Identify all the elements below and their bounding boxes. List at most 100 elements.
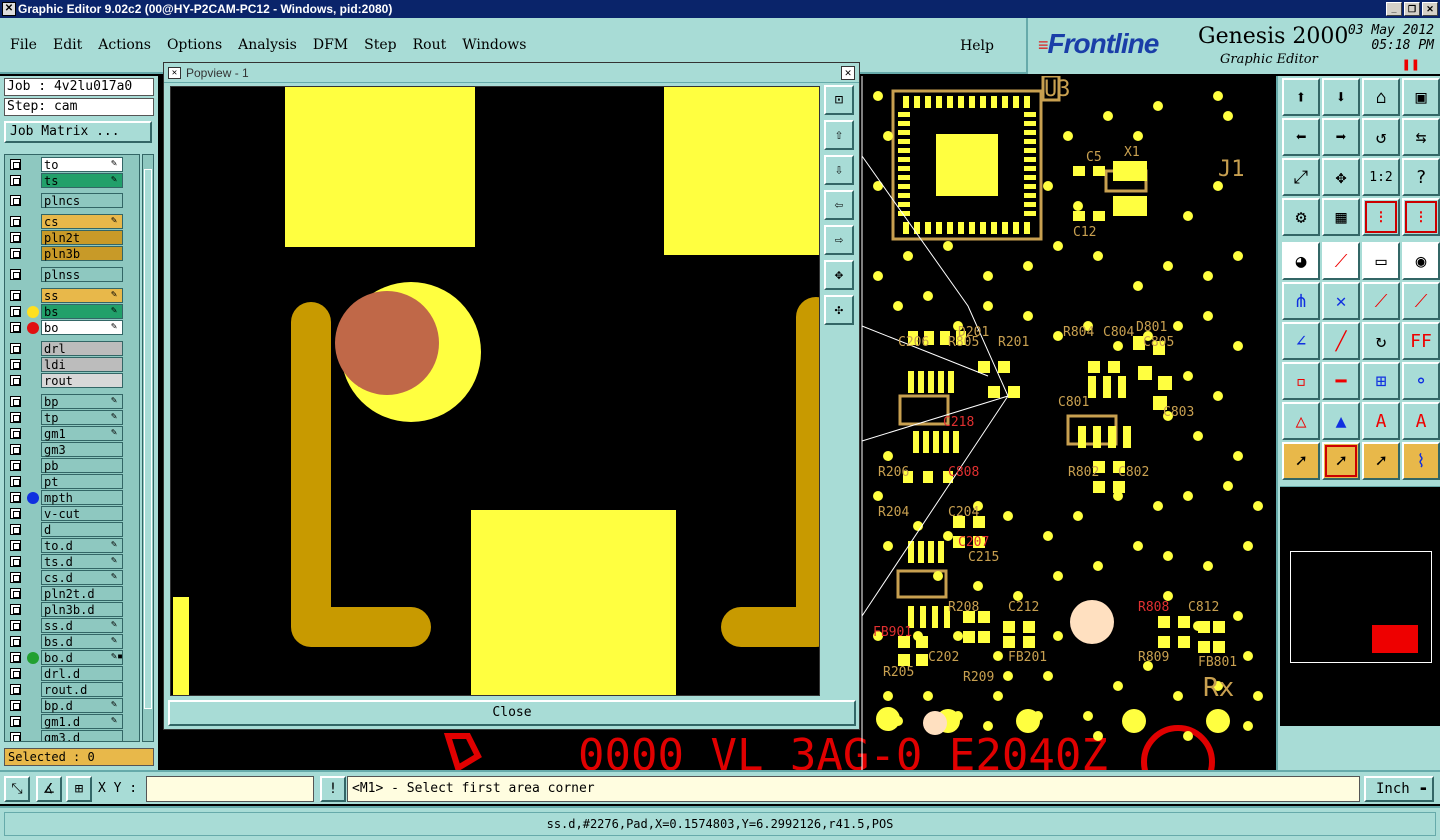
window-title-bar[interactable]: ✕ Graphic Editor 9.02c2 (00@HY-P2CAM-PC1… xyxy=(0,0,1440,18)
layer-name[interactable]: pln3b.d xyxy=(41,602,123,617)
help-icon[interactable]: ? xyxy=(1402,158,1440,196)
alert-icon[interactable]: ! xyxy=(320,776,346,802)
layer-name[interactable]: d xyxy=(41,522,123,537)
layer-list-scrollbar[interactable] xyxy=(142,154,154,742)
layer-checkbox[interactable] xyxy=(10,343,21,354)
xy-input[interactable] xyxy=(146,776,314,802)
layer-checkbox[interactable] xyxy=(10,232,21,243)
pause-icon[interactable]: ❚❚ xyxy=(1402,58,1420,71)
layers-red-icon[interactable]: ⁝ xyxy=(1362,198,1400,236)
triangle-blue-icon[interactable]: ▲ xyxy=(1322,402,1360,440)
zoom-fit-icon[interactable]: ⤢ xyxy=(1282,158,1320,196)
layer-name[interactable]: gm3 xyxy=(41,442,123,457)
dimension-icon[interactable]: ⊞ xyxy=(1362,362,1400,400)
select-pad-icon[interactable]: ◕ xyxy=(1282,242,1320,280)
layer-checkbox[interactable] xyxy=(10,636,21,647)
units-selector[interactable]: Inch xyxy=(1364,776,1434,802)
layer-checkbox[interactable] xyxy=(10,444,21,455)
layer-row-drl[interactable]: drl xyxy=(5,341,139,356)
ff-icon[interactable]: FF xyxy=(1402,322,1440,360)
pan-left-icon[interactable]: ⇦ xyxy=(824,190,854,220)
zoom-center-icon[interactable]: ✥ xyxy=(1322,158,1360,196)
right-icon[interactable]: ➡ xyxy=(1322,118,1360,156)
popview-graphics[interactable] xyxy=(171,87,820,696)
layer-checkbox[interactable] xyxy=(10,290,21,301)
layer-color-dot[interactable] xyxy=(27,492,39,504)
layer-checkbox[interactable] xyxy=(10,476,21,487)
layer-row-pln2t-d[interactable]: pln2t.d xyxy=(5,586,139,601)
house-icon[interactable]: ⌂ xyxy=(1362,78,1400,116)
layer-checkbox[interactable] xyxy=(10,412,21,423)
popview-canvas[interactable] xyxy=(170,86,820,696)
popview-window[interactable]: Popview - 1 ✕ ✕ ⊡ ⇧ ⇩ ⇦ ⇨ ✥ ✣ Close xyxy=(163,62,860,730)
popview-close-button[interactable]: Close xyxy=(168,700,856,726)
hline-icon[interactable]: ━ xyxy=(1322,362,1360,400)
layer-row-bs[interactable]: bs ✎ xyxy=(5,304,139,319)
layer-row-bp[interactable]: bp ✎ xyxy=(5,394,139,409)
select-round-icon[interactable]: ◉ xyxy=(1402,242,1440,280)
layer-name[interactable]: plnss xyxy=(41,267,123,282)
mirror-icon[interactable]: ⇆ xyxy=(1402,118,1440,156)
cross-node-icon[interactable]: ✕ xyxy=(1322,282,1360,320)
menu-file[interactable]: File xyxy=(10,37,37,53)
layer-checkbox[interactable] xyxy=(10,175,21,186)
tools-icon[interactable]: ⚙ xyxy=(1282,198,1320,236)
grid-icon[interactable]: ▦ xyxy=(1322,198,1360,236)
layer-name[interactable]: rout xyxy=(41,373,123,388)
menu-analysis[interactable]: Analysis xyxy=(238,37,297,53)
arc-icon[interactable]: ↻ xyxy=(1362,322,1400,360)
layer-row-pln2t[interactable]: pln2t xyxy=(5,230,139,245)
popview-close-icon[interactable]: ✕ xyxy=(841,66,855,80)
layer-row-ts-d[interactable]: ts.d ✎ xyxy=(5,554,139,569)
layer-name[interactable]: mpth xyxy=(41,490,123,505)
layer-row-bo[interactable]: bo ✎ xyxy=(5,320,139,335)
layer-row-gm1[interactable]: gm1 ✎ xyxy=(5,426,139,441)
layer-checkbox[interactable] xyxy=(10,216,21,227)
layer-checkbox[interactable] xyxy=(10,396,21,407)
layer-row-pt[interactable]: pt xyxy=(5,474,139,489)
menu-step[interactable]: Step xyxy=(364,37,396,53)
layer-row-drl-d[interactable]: drl.d xyxy=(5,666,139,681)
layer-name[interactable]: pln3b xyxy=(41,246,123,261)
layer-row-gm1-d[interactable]: gm1.d ✎ xyxy=(5,714,139,729)
angle-snap-icon[interactable]: ∡ xyxy=(36,776,62,802)
menu-rout[interactable]: Rout xyxy=(413,37,447,53)
route-nodes-icon[interactable]: ⋔ xyxy=(1282,282,1320,320)
job-matrix-button[interactable]: Job Matrix ... xyxy=(4,121,152,143)
triangle-icon[interactable]: △ xyxy=(1282,402,1320,440)
slash-icon[interactable]: ╱ xyxy=(1322,322,1360,360)
layer-row-ldi[interactable]: ldi xyxy=(5,357,139,372)
pan-down-icon[interactable]: ⇩ xyxy=(824,155,854,185)
layer-checkbox[interactable] xyxy=(10,306,21,317)
select-line-icon[interactable]: ⟋ xyxy=(1322,242,1360,280)
layer-checkbox[interactable] xyxy=(10,195,21,206)
layer-row-plnss[interactable]: plnss xyxy=(5,267,139,282)
layer-checkbox[interactable] xyxy=(10,248,21,259)
layer-checkbox[interactable] xyxy=(10,732,21,741)
layer-row-cs[interactable]: cs ✎ xyxy=(5,214,139,229)
layer-row-rout[interactable]: rout xyxy=(5,373,139,388)
window-icon[interactable]: ▣ xyxy=(1402,78,1440,116)
layer-name[interactable]: plncs xyxy=(41,193,123,208)
a-shape-alt-icon[interactable]: A xyxy=(1402,402,1440,440)
layer-color-dot[interactable] xyxy=(27,306,39,318)
pad-node-icon[interactable]: ▫ xyxy=(1282,362,1320,400)
layers-alt-icon[interactable]: ⁝ xyxy=(1402,198,1440,236)
layer-name[interactable]: pb xyxy=(41,458,123,473)
measure-icon[interactable]: ▭ xyxy=(1362,242,1400,280)
pointer-icon[interactable]: ➚ xyxy=(1282,442,1320,480)
layer-checkbox[interactable] xyxy=(10,620,21,631)
layer-color-dot[interactable] xyxy=(27,652,39,664)
line-end-icon[interactable]: ⟋ xyxy=(1402,282,1440,320)
layer-checkbox[interactable] xyxy=(10,700,21,711)
layer-row-cs-d[interactable]: cs.d ✎ xyxy=(5,570,139,585)
menu-options[interactable]: Options xyxy=(167,37,222,53)
minimap[interactable] xyxy=(1280,486,1440,726)
layer-checkbox[interactable] xyxy=(10,375,21,386)
angle-icon[interactable]: ∠ xyxy=(1282,322,1320,360)
layer-checkbox[interactable] xyxy=(10,556,21,567)
a-shape-icon[interactable]: A xyxy=(1362,402,1400,440)
layer-color-dot[interactable] xyxy=(27,322,39,334)
popview-title[interactable]: Popview - 1 xyxy=(164,63,859,83)
layer-name[interactable]: gm3.d xyxy=(41,730,123,741)
